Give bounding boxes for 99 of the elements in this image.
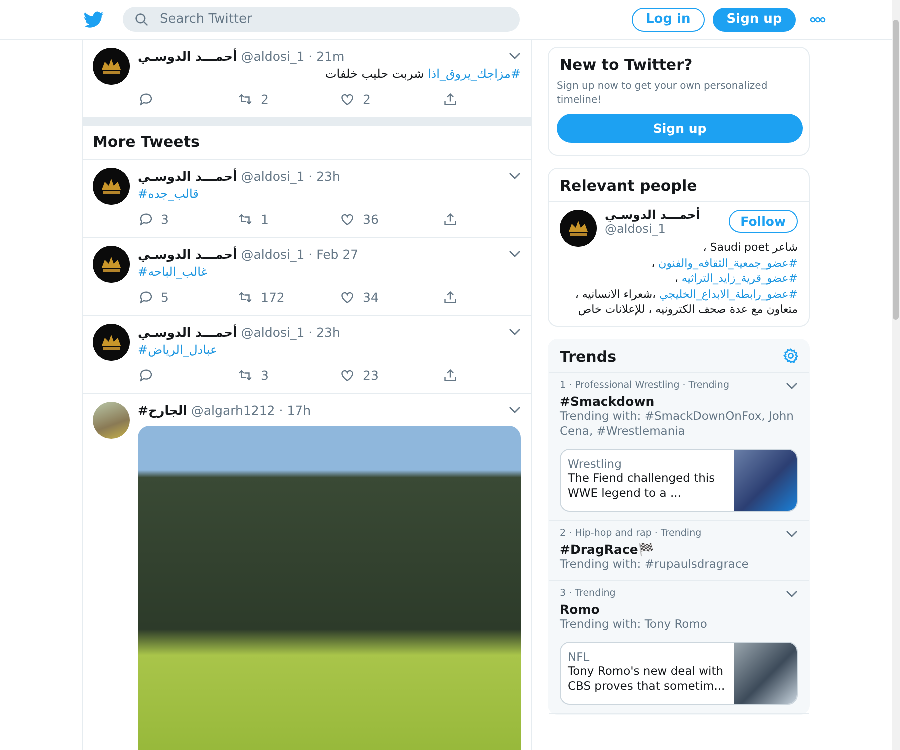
heart-icon[interactable] — [340, 368, 355, 382]
share-icon[interactable] — [443, 368, 458, 382]
hashtag-link[interactable]: #غالب_الباحه — [138, 265, 208, 279]
signup-prompt: Sign up now to get your own personalized timeline! — [556, 80, 769, 108]
hashtag-link[interactable]: #عضو_رابطة_الابداع_الخليجي — [660, 288, 798, 300]
chevron-down-icon[interactable] — [509, 406, 521, 414]
login-button[interactable]: Log in — [632, 8, 705, 32]
chevron-down-icon[interactable] — [509, 328, 521, 336]
hashtag-link[interactable]: #مزاجك_يروق_اذا — [428, 67, 521, 81]
reply-icon[interactable] — [138, 368, 153, 382]
tweet-time[interactable]: · Feb 27 — [308, 246, 359, 262]
reply-icon[interactable] — [138, 92, 153, 106]
retweet-count: 3 — [261, 368, 269, 382]
user-name[interactable]: أحمـــد الدوسـي — [138, 48, 238, 64]
photo-placeholder — [734, 642, 797, 704]
chevron-down-icon[interactable] — [509, 172, 521, 180]
avatar-logo[interactable] — [93, 324, 130, 361]
more-icon[interactable] — [810, 16, 826, 22]
card-title: New to Twitter? — [559, 55, 694, 76]
news-card[interactable]: Wrestling The Fiend challenged this WWE legend to a ... — [560, 448, 798, 512]
chevron-down-icon[interactable] — [509, 250, 521, 258]
bird-logo-icon[interactable] — [84, 10, 104, 28]
chevron-down-icon[interactable] — [786, 382, 798, 390]
search-field[interactable]: Search Twitter — [123, 7, 520, 32]
news-category: Wrestling — [568, 456, 623, 470]
reply-count: 3 — [161, 212, 169, 226]
avatar-logo[interactable] — [93, 168, 130, 205]
user-handle: @aldosi_1 — [241, 246, 305, 262]
tweet-time[interactable]: · 23h — [308, 324, 340, 340]
heart-icon[interactable] — [340, 212, 355, 226]
retweet-count: 2 — [261, 92, 269, 106]
news-category: NFL — [568, 650, 591, 664]
trend-meta: 1 · Professional Wrestling · Trending — [560, 380, 730, 391]
heart-icon[interactable] — [340, 290, 355, 304]
hashtag-link[interactable]: #عبادل_الرياض — [138, 343, 218, 357]
reply-icon[interactable] — [138, 290, 153, 304]
tweet-time[interactable]: · 23h — [308, 168, 340, 184]
like-count: 36 — [363, 212, 379, 226]
avatar-logo[interactable] — [560, 210, 597, 247]
tweet-time[interactable]: · 17h — [279, 402, 312, 418]
settings-icon[interactable] — [783, 348, 799, 364]
hashtag-link[interactable]: #عضو_قرية_زايد_التراثيه — [682, 272, 798, 285]
share-icon[interactable] — [443, 290, 458, 304]
user-name[interactable]: أحمـــد الدوسـي — [138, 168, 238, 184]
share-icon[interactable] — [443, 92, 458, 106]
retweet-count: 172 — [261, 290, 285, 304]
user-handle: @aldosi_1 — [605, 222, 667, 236]
user-handle: @aldosi_1 — [241, 168, 305, 184]
search-icon — [135, 13, 149, 27]
section-title: More Tweets — [83, 126, 531, 160]
retweet-icon[interactable] — [238, 290, 253, 304]
chevron-down-icon[interactable] — [786, 530, 798, 538]
user-handle: @aldosi_1 — [241, 324, 305, 340]
trend-related: Trending with: #rupaulsdragrace — [560, 556, 750, 572]
user-handle: @algarh1212 — [191, 402, 276, 418]
share-icon[interactable] — [443, 212, 458, 226]
hashtag-link[interactable]: #عضو_جمعية_الثقافه_والفنون — [658, 256, 798, 270]
user-name[interactable]: أحمـــد الدوسـي — [138, 324, 238, 340]
reply-count: 5 — [161, 290, 169, 304]
trend-meta: 3 · Trending — [560, 588, 616, 599]
news-card[interactable]: NFL Tony Romo's new deal with CBS proves that sometim... — [560, 642, 798, 704]
retweet-count: 1 — [261, 212, 269, 226]
trend-title[interactable]: Romo — [560, 602, 798, 616]
tweet-time[interactable]: · 21m — [308, 48, 345, 64]
tweet-text: #مزاجك_يروق_اذا شربت حليب خلفات — [324, 66, 521, 83]
signup-button[interactable]: Sign up — [557, 114, 803, 143]
video-placeholder[interactable] — [138, 426, 521, 750]
user-name[interactable]: أحمـــد الدوسـي — [138, 246, 238, 262]
follow-button[interactable]: Follow — [728, 210, 798, 233]
avatar-logo[interactable] — [93, 246, 130, 283]
trend-related: Trending with: #SmackDownOnFox, John Cena, #Wrestlemania — [560, 408, 795, 438]
avatar-logo[interactable] — [93, 48, 130, 85]
trend-title[interactable]: #DragRace🏁 — [560, 542, 798, 556]
heart-icon[interactable] — [340, 92, 355, 106]
user-name[interactable]: #الجارح — [138, 402, 188, 418]
news-headline: The Fiend challenged this WWE legend to a ... — [568, 470, 716, 500]
signup-button[interactable]: Sign up — [712, 8, 796, 32]
user-handle: @aldosi_1 — [241, 48, 305, 64]
chevron-down-icon[interactable] — [786, 590, 798, 598]
retweet-icon[interactable] — [238, 212, 253, 226]
like-count: 2 — [363, 92, 371, 106]
user-bio: شاعر Saudi poet ، #عضو_جمعية_الثقافه_والفنون ، #عضو_قرية_زايد_التراثيه ، #عضو_رابطة_الابداع_الخليجي ،شعراء الانسانيه ، متعاون مع عدة صحف الكترونيه ، للإعلانات خاص — [574, 240, 798, 318]
trend-meta: 2 · Hip-hop and rap · Trending — [560, 528, 702, 539]
scrollbar[interactable] — [892, 0, 900, 750]
like-count: 23 — [363, 368, 379, 382]
trend-related: Trending with: Tony Romo — [560, 616, 708, 632]
hashtag-link[interactable]: #قالب_جده — [138, 187, 199, 201]
retweet-icon[interactable] — [238, 92, 253, 106]
retweet-icon[interactable] — [238, 368, 253, 382]
chevron-down-icon[interactable] — [509, 52, 521, 60]
reply-icon[interactable] — [138, 212, 153, 226]
trend-title[interactable]: #Smackdown — [560, 394, 798, 408]
news-headline: Tony Romo's new deal with CBS proves that sometim... — [568, 664, 726, 694]
card-title: Relevant people — [549, 169, 809, 202]
card-title: Trends — [559, 346, 618, 368]
avatar-photo[interactable] — [93, 402, 130, 439]
user-name[interactable]: أحمـــد الدوسـي — [605, 208, 700, 222]
photo-placeholder — [734, 450, 797, 510]
like-count: 34 — [363, 290, 379, 304]
